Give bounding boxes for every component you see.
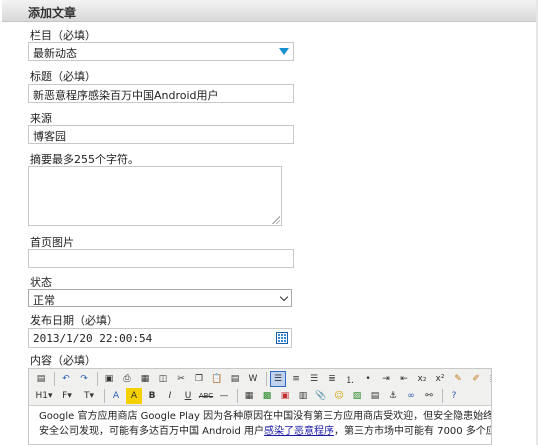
font-color-icon[interactable]: A: [108, 388, 124, 404]
toolbar-separator: [442, 389, 443, 403]
table-icon[interactable]: ▦: [241, 388, 257, 404]
toolbar-row-1: ▤ ↶ ↷ ▣ ⎙ ▦ ◫ ✂ ❐ 📋 ▤ W ☰ ≡ ☰ ≣ ⒈ • ⇥ ⇤ …: [33, 371, 491, 387]
preview-icon[interactable]: ▦: [137, 371, 153, 387]
emoticon-icon[interactable]: ☺: [331, 388, 347, 404]
summary-label: 摘要最多255个字符。: [30, 153, 139, 166]
undo-icon[interactable]: ↶: [58, 371, 74, 387]
align-center-icon[interactable]: ≡: [288, 371, 304, 387]
superscript-icon[interactable]: x²: [432, 371, 448, 387]
attachment-icon[interactable]: 📎: [313, 388, 329, 404]
editor-toolbar: ▤ ↶ ↷ ▣ ⎙ ▦ ◫ ✂ ❐ 📋 ▤ W ☰ ≡ ☰ ≣ ⒈ • ⇥ ⇤ …: [29, 369, 491, 406]
size-label: T: [83, 391, 90, 401]
toolbar-row-2: H1 ▾ F ▾ T ▾ A A B I U ABC — ▦ ▩ ▣ ▥ 📎 ☺ ▨ …: [33, 388, 464, 404]
indent-icon[interactable]: ⇥: [378, 371, 394, 387]
align-left-icon[interactable]: ☰: [270, 371, 286, 387]
calendar-icon[interactable]: [276, 332, 288, 344]
toolbar-separator: [237, 389, 238, 403]
content-label: 内容（必填）: [30, 354, 96, 367]
toolbar-separator: [104, 389, 105, 403]
strikethrough-button[interactable]: ABC: [198, 388, 214, 404]
toolbar-separator: [97, 372, 98, 386]
title-label: 标题（必填）: [30, 70, 96, 83]
source-code-icon[interactable]: ▤: [33, 371, 49, 387]
toolbar-separator: [54, 372, 55, 386]
help-icon[interactable]: ?: [446, 388, 462, 404]
italic-button[interactable]: I: [162, 388, 178, 404]
category-select[interactable]: 最新动态: [28, 42, 294, 61]
page-title: 添加文章: [28, 6, 77, 20]
content-link[interactable]: 感染了恶意程序: [264, 426, 334, 437]
font-label: F: [62, 391, 68, 401]
align-right-icon[interactable]: ☰: [306, 371, 322, 387]
title-value: 新恶意程序感染百万中国Android用户: [33, 89, 219, 102]
media-icon[interactable]: ▥: [295, 388, 311, 404]
align-justify-icon[interactable]: ≣: [324, 371, 340, 387]
highlight-color-icon[interactable]: A: [126, 388, 142, 404]
status-label: 状态: [30, 276, 52, 289]
map-icon[interactable]: ▨: [349, 388, 365, 404]
chevron-down-icon: [279, 292, 289, 302]
cover-image-input[interactable]: [28, 249, 294, 268]
font-size-button[interactable]: T ▾: [79, 388, 99, 404]
find-icon[interactable]: ▣: [101, 371, 117, 387]
status-select[interactable]: 正常: [28, 289, 292, 307]
rich-text-editor[interactable]: ▤ ↶ ↷ ▣ ⎙ ▦ ◫ ✂ ❐ 📋 ▤ W ☰ ≡ ☰ ≣ ⒈ • ⇥ ⇤ …: [28, 368, 492, 445]
outdent-icon[interactable]: ⇤: [396, 371, 412, 387]
print-icon[interactable]: ⎙: [119, 371, 135, 387]
source-label: 来源: [30, 112, 52, 125]
font-family-button[interactable]: F ▾: [57, 388, 77, 404]
copy-icon[interactable]: ❐: [191, 371, 207, 387]
unordered-list-icon[interactable]: •: [360, 371, 376, 387]
heading-label: H1: [35, 391, 48, 401]
link-icon[interactable]: ∞: [403, 388, 419, 404]
content-paragraph: 安全公司发现，可能有多达百万中国 Android 用户感染了恶意程序，第三方市场…: [39, 424, 491, 439]
underline-button[interactable]: U: [180, 388, 196, 404]
flash-icon[interactable]: ▣: [277, 388, 293, 404]
publish-date-label: 发布日期（必填）: [30, 314, 118, 327]
page-header: 添加文章: [2, 0, 536, 22]
image-icon[interactable]: ▩: [259, 388, 275, 404]
horizontal-rule-icon[interactable]: —: [216, 388, 232, 404]
content-paragraph: Google 官方应用商店 Google Play 因为各种原因在中国没有第三方…: [39, 409, 491, 424]
cover-image-label: 首页图片: [30, 236, 74, 249]
status-value: 正常: [33, 294, 55, 307]
publish-date-value: 2013/1/20 22:00:54: [33, 332, 153, 345]
content-line-2-start: 安全公司发现，可能有多达百万中国 Android 用户: [39, 426, 265, 437]
anchor-icon[interactable]: ⚓: [385, 388, 401, 404]
category-value: 最新动态: [33, 47, 77, 60]
template-icon[interactable]: ◫: [155, 371, 171, 387]
source-value: 博客园: [33, 130, 66, 143]
toolbar-separator: [266, 372, 267, 386]
heading-button[interactable]: H1 ▾: [33, 388, 55, 404]
clear-format-icon[interactable]: ✎: [450, 371, 466, 387]
content-line-1: Google 官方应用商店 Google Play 因为各种原因在中国没有第三方…: [39, 411, 491, 422]
publish-date-input[interactable]: 2013/1/20 22:00:54: [28, 328, 292, 348]
code-icon[interactable]: ▤: [367, 388, 383, 404]
dropdown-arrow-icon[interactable]: [279, 48, 289, 55]
bold-button[interactable]: B: [144, 388, 160, 404]
paste-word-icon[interactable]: W: [245, 371, 261, 387]
cut-icon[interactable]: ✂: [173, 371, 189, 387]
select-all-icon[interactable]: ⬚: [486, 371, 491, 387]
editor-content[interactable]: Google 官方应用商店 Google Play 因为各种原因在中国没有第三方…: [29, 406, 491, 442]
paste-icon[interactable]: 📋: [209, 371, 225, 387]
format-painter-icon[interactable]: ✐: [468, 371, 484, 387]
source-input[interactable]: 博客园: [28, 125, 294, 144]
paste-text-icon[interactable]: ▤: [227, 371, 243, 387]
subscript-icon[interactable]: x₂: [414, 371, 430, 387]
category-label: 栏目（必填）: [30, 29, 96, 42]
resize-grip-icon[interactable]: [272, 216, 280, 224]
title-input[interactable]: 新恶意程序感染百万中国Android用户: [28, 84, 294, 103]
summary-textarea[interactable]: [28, 166, 282, 226]
ordered-list-icon[interactable]: ⒈: [342, 371, 358, 387]
unlink-icon[interactable]: ⚯: [421, 388, 437, 404]
redo-icon[interactable]: ↷: [76, 371, 92, 387]
content-line-2-end: ，第三方市场中可能有 7000 多个应用包含有恶意程序，这些第三: [334, 426, 491, 437]
